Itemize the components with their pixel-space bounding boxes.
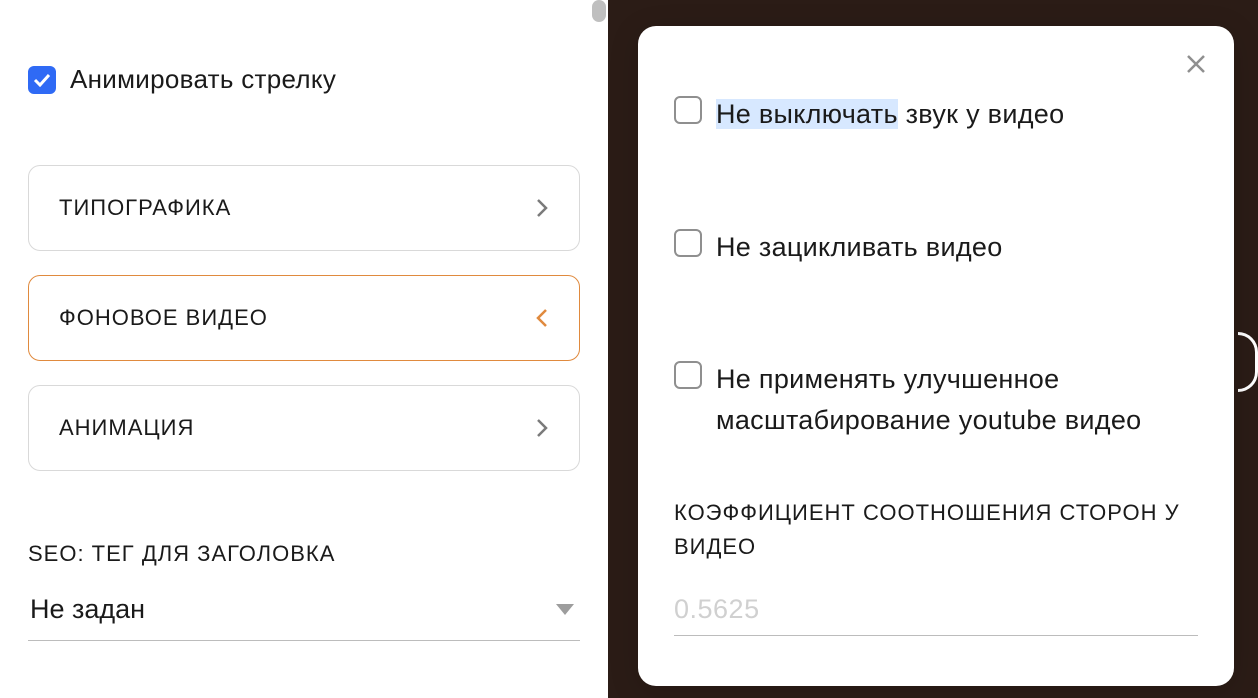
animate-arrow-label: Анимировать стрелку xyxy=(70,64,336,95)
aspect-ratio-input[interactable] xyxy=(674,590,1198,636)
accordion-typography-label: ТИПОГРАФИКА xyxy=(59,195,231,221)
check-icon xyxy=(33,73,51,87)
chevron-right-icon xyxy=(535,417,549,439)
no-mute-label: Не выключать звук у видео xyxy=(716,94,1064,135)
aspect-ratio-label: КОЭФФИЦИЕНТ СООТНОШЕНИЯ СТОРОН У ВИДЕО xyxy=(674,496,1198,564)
settings-left-panel: Анимировать стрелку ТИПОГРАФИКА ФОНОВОЕ … xyxy=(0,0,608,698)
close-button[interactable] xyxy=(1180,48,1212,80)
no-mute-row[interactable]: Не выключать звук у видео xyxy=(674,94,1198,135)
accordion-typography[interactable]: ТИПОГРАФИКА xyxy=(28,165,580,251)
animate-arrow-row[interactable]: Анимировать стрелку xyxy=(28,64,580,95)
bg-video-settings-popover: Не выключать звук у видео Не зацикливать… xyxy=(638,26,1234,686)
left-scrollbar-track[interactable] xyxy=(590,0,608,698)
seo-tag-value: Не задан xyxy=(30,594,145,625)
no-loop-row[interactable]: Не зацикливать видео xyxy=(674,227,1198,268)
chevron-right-icon xyxy=(535,197,549,219)
no-scale-row[interactable]: Не применять улучшенное масштабирование … xyxy=(674,359,1198,440)
preview-arrow-hint xyxy=(1238,332,1258,392)
preview-area: Не выключать звук у видео Не зацикливать… xyxy=(638,0,1258,698)
no-mute-checkbox[interactable] xyxy=(674,96,702,124)
no-loop-label: Не зацикливать видео xyxy=(716,227,1003,268)
accordion-bg-video[interactable]: ФОНОВОЕ ВИДЕО xyxy=(28,275,580,361)
close-icon xyxy=(1185,53,1207,75)
accordion-bg-video-label: ФОНОВОЕ ВИДЕО xyxy=(59,305,268,331)
animate-arrow-checkbox[interactable] xyxy=(28,66,56,94)
caret-down-icon xyxy=(556,604,574,615)
no-loop-checkbox[interactable] xyxy=(674,229,702,257)
chevron-left-icon xyxy=(535,307,549,329)
seo-tag-select[interactable]: Не задан xyxy=(28,585,580,641)
no-scale-checkbox[interactable] xyxy=(674,361,702,389)
seo-section-label: SEO: ТЕГ ДЛЯ ЗАГОЛОВКА xyxy=(28,541,580,567)
preview-strip xyxy=(608,0,638,698)
accordion-animation-label: АНИМАЦИЯ xyxy=(59,415,194,441)
settings-root: Анимировать стрелку ТИПОГРАФИКА ФОНОВОЕ … xyxy=(0,0,1258,698)
no-scale-label: Не применять улучшенное масштабирование … xyxy=(716,359,1198,440)
accordion-animation[interactable]: АНИМАЦИЯ xyxy=(28,385,580,471)
left-scrollbar-thumb[interactable] xyxy=(592,0,606,22)
